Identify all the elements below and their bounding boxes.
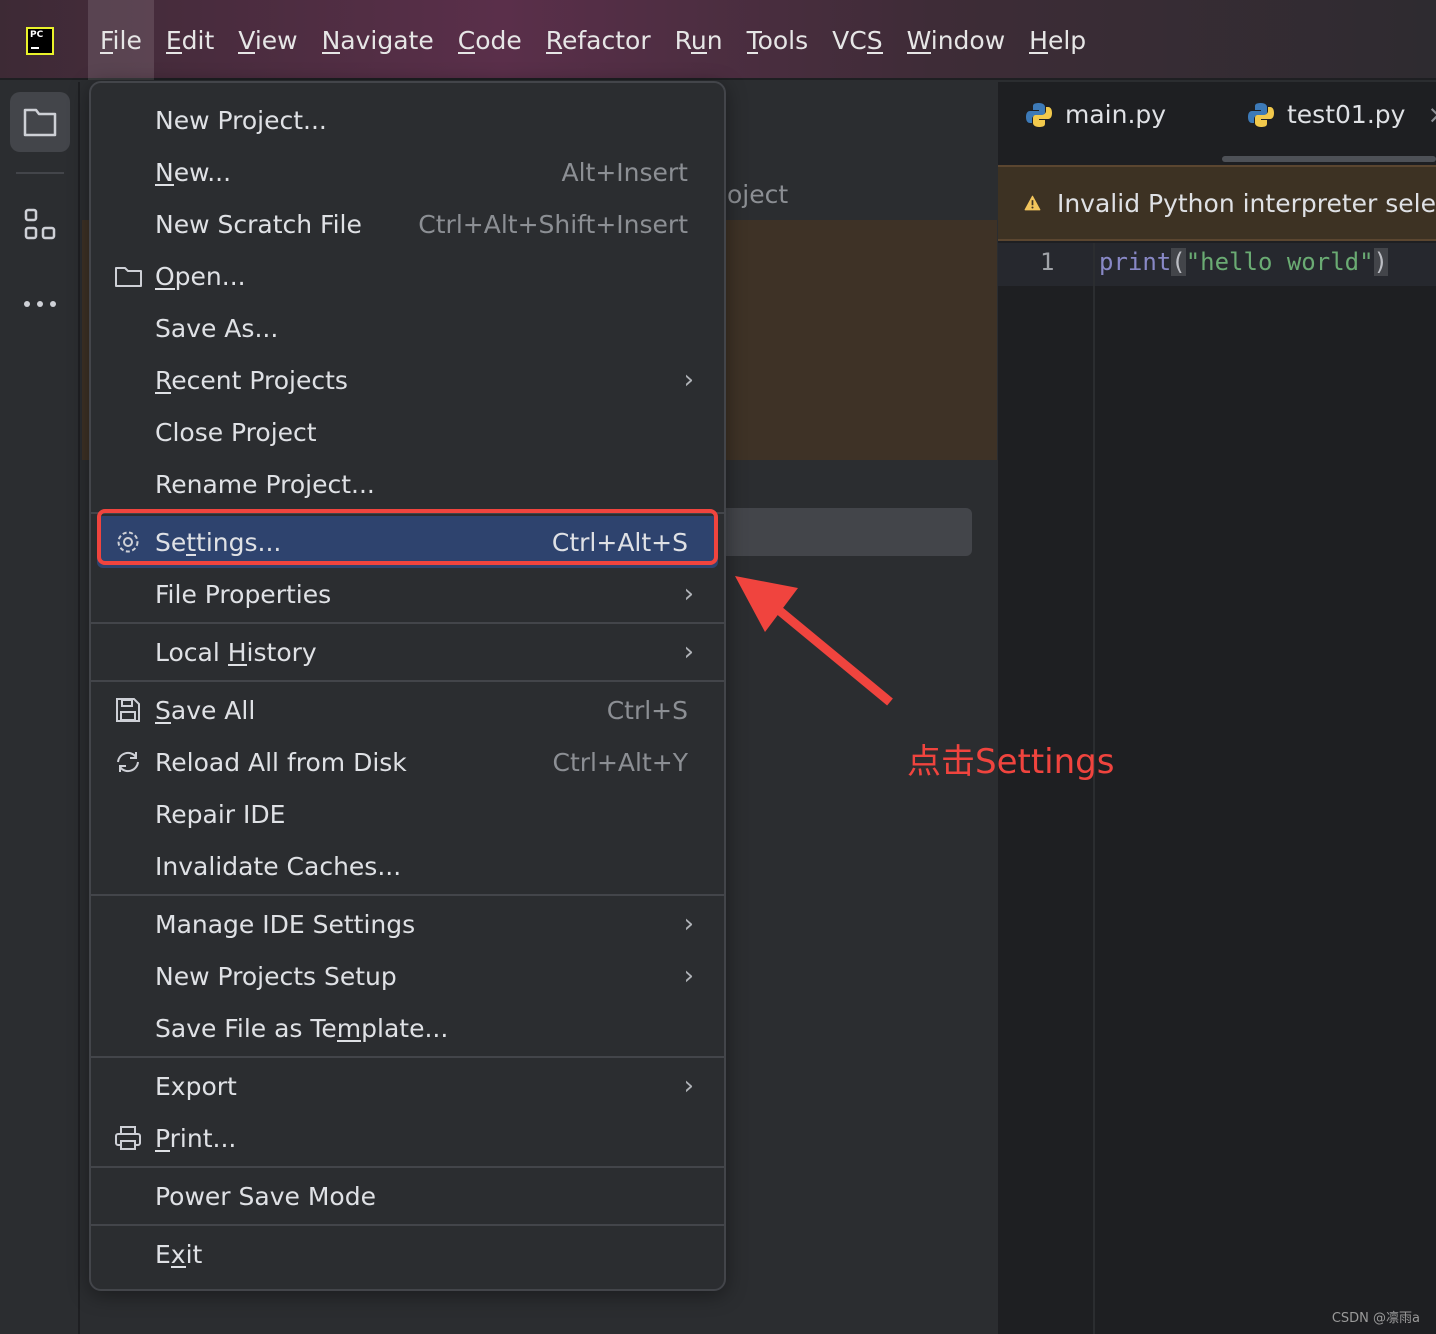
watermark: CSDN @凛雨a [1331,1311,1420,1326]
annotation-arrow [735,576,893,706]
annotation-text: 点击Settings [907,742,1115,782]
